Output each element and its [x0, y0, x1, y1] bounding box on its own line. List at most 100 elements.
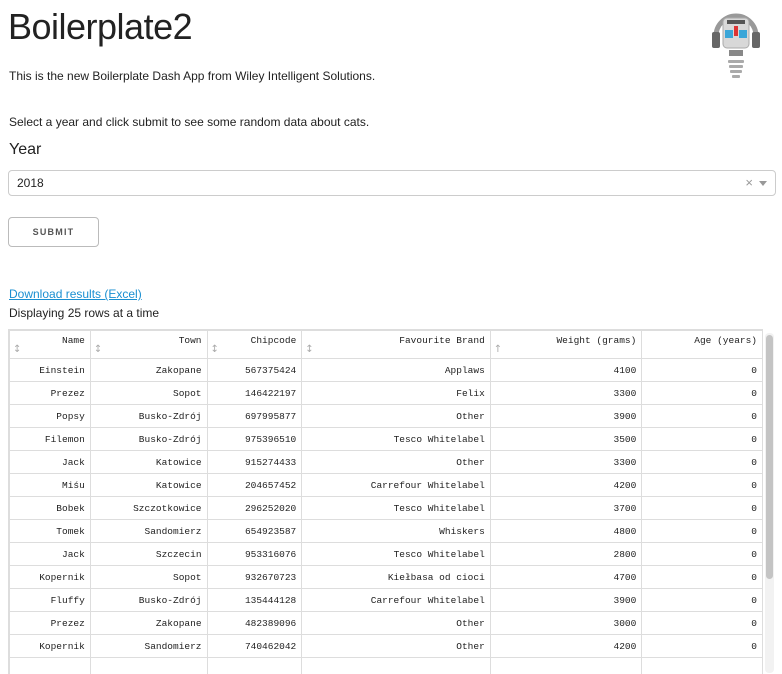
clear-icon[interactable]: × [745, 175, 753, 190]
table-cell[interactable]: 953316076 [207, 543, 302, 566]
table-cell[interactable]: Sopot [90, 382, 207, 405]
table-cell[interactable]: 697995877 [207, 405, 302, 428]
chevron-down-icon[interactable] [759, 181, 767, 186]
table-cell[interactable]: 0 [642, 635, 763, 658]
table-cell[interactable] [90, 658, 207, 674]
table-cell[interactable]: Popsy [10, 405, 91, 428]
table-cell[interactable]: 0 [642, 428, 763, 451]
year-dropdown[interactable]: 2018 × [8, 170, 776, 196]
sort-icon[interactable]: ↕ [305, 344, 313, 355]
table-cell[interactable]: Zakopane [90, 359, 207, 382]
column-header[interactable]: Chipcode↕ [207, 331, 302, 359]
table-cell[interactable]: Whiskers [302, 520, 491, 543]
table-cell[interactable]: Tesco Whitelabel [302, 428, 491, 451]
column-header[interactable]: Name↕ [10, 331, 91, 359]
table-cell[interactable]: Miśu [10, 474, 91, 497]
table-cell[interactable]: 0 [642, 382, 763, 405]
table-cell[interactable]: Tomek [10, 520, 91, 543]
table-cell[interactable] [302, 658, 491, 674]
table-row[interactable]: JackSzczecin953316076Tesco Whitelabel280… [10, 543, 763, 566]
table-scroll-thumb[interactable] [766, 335, 773, 579]
table-cell[interactable]: Szczotkowice [90, 497, 207, 520]
table-cell[interactable]: 146422197 [207, 382, 302, 405]
sort-icon[interactable]: ↕ [13, 344, 21, 355]
table-cell[interactable]: 3700 [490, 497, 642, 520]
table-cell[interactable]: Carrefour Whitelabel [302, 474, 491, 497]
table-cell[interactable]: 482389096 [207, 612, 302, 635]
table-row[interactable]: PrezezZakopane482389096Other30000 [10, 612, 763, 635]
table-cell[interactable]: 654923587 [207, 520, 302, 543]
table-row[interactable]: BobekSzczotkowice296252020Tesco Whitelab… [10, 497, 763, 520]
sort-icon[interactable]: ↕ [94, 344, 102, 355]
table-cell[interactable]: Fluffy [10, 589, 91, 612]
table-cell[interactable]: 296252020 [207, 497, 302, 520]
table-row[interactable]: PrezezSopot146422197Felix33000 [10, 382, 763, 405]
table-row[interactable]: PopsyBusko-Zdrój697995877Other39000 [10, 405, 763, 428]
table-row[interactable]: FilemonBusko-Zdrój975396510Tesco Whitela… [10, 428, 763, 451]
table-cell[interactable]: Busko-Zdrój [90, 405, 207, 428]
table-cell[interactable]: 975396510 [207, 428, 302, 451]
table-cell[interactable]: Tesco Whitelabel [302, 497, 491, 520]
table-cell[interactable]: 204657452 [207, 474, 302, 497]
table-cell[interactable]: Katowice [90, 474, 207, 497]
table-cell[interactable]: 3900 [490, 405, 642, 428]
table-cell[interactable]: Filemon [10, 428, 91, 451]
table-row[interactable] [10, 658, 763, 674]
table-cell[interactable]: Katowice [90, 451, 207, 474]
table-cell[interactable]: 0 [642, 566, 763, 589]
table-cell[interactable]: Prezez [10, 382, 91, 405]
table-cell[interactable]: 0 [642, 520, 763, 543]
table-cell[interactable]: 0 [642, 589, 763, 612]
table-cell[interactable]: Other [302, 451, 491, 474]
table-cell[interactable]: Zakopane [90, 612, 207, 635]
table-cell[interactable]: 3000 [490, 612, 642, 635]
table-cell[interactable] [490, 658, 642, 674]
table-cell[interactable]: Kopernik [10, 566, 91, 589]
table-cell[interactable]: Other [302, 405, 491, 428]
table-cell[interactable]: Carrefour Whitelabel [302, 589, 491, 612]
table-cell[interactable]: 915274433 [207, 451, 302, 474]
table-cell[interactable]: 740462042 [207, 635, 302, 658]
table-cell[interactable]: 0 [642, 612, 763, 635]
table-cell[interactable]: 3900 [490, 589, 642, 612]
table-cell[interactable]: Felix [302, 382, 491, 405]
table-row[interactable]: KopernikSandomierz740462042Other42000 [10, 635, 763, 658]
table-cell[interactable]: 3300 [490, 451, 642, 474]
table-cell[interactable]: 3500 [490, 428, 642, 451]
table-cell[interactable]: 4700 [490, 566, 642, 589]
table-cell[interactable]: 4100 [490, 359, 642, 382]
table-cell[interactable]: Sandomierz [90, 520, 207, 543]
table-cell[interactable]: Bobek [10, 497, 91, 520]
table-cell[interactable]: 3300 [490, 382, 642, 405]
table-row[interactable]: FluffyBusko-Zdrój135444128Carrefour Whit… [10, 589, 763, 612]
download-results-link[interactable]: Download results (Excel) [9, 287, 142, 301]
sort-icon[interactable]: ↕ [211, 344, 219, 355]
table-cell[interactable]: Other [302, 612, 491, 635]
table-cell[interactable]: Jack [10, 543, 91, 566]
table-cell[interactable]: Prezez [10, 612, 91, 635]
column-header[interactable]: Age (years) [642, 331, 763, 359]
table-cell[interactable]: 4800 [490, 520, 642, 543]
submit-button[interactable]: SUBMIT [8, 217, 99, 247]
table-cell[interactable] [642, 658, 763, 674]
table-cell[interactable]: Jack [10, 451, 91, 474]
table-cell[interactable]: Einstein [10, 359, 91, 382]
table-cell[interactable]: Busko-Zdrój [90, 428, 207, 451]
table-cell[interactable]: 0 [642, 497, 763, 520]
table-row[interactable]: EinsteinZakopane567375424Applaws41000 [10, 359, 763, 382]
table-cell[interactable]: Sandomierz [90, 635, 207, 658]
table-cell[interactable]: 4200 [490, 635, 642, 658]
table-row[interactable]: KopernikSopot932670723Kiełbasa od cioci4… [10, 566, 763, 589]
table-cell[interactable]: Other [302, 635, 491, 658]
column-header[interactable]: Town↕ [90, 331, 207, 359]
table-cell[interactable]: Applaws [302, 359, 491, 382]
table-row[interactable]: TomekSandomierz654923587Whiskers48000 [10, 520, 763, 543]
table-cell[interactable]: 932670723 [207, 566, 302, 589]
table-cell[interactable] [207, 658, 302, 674]
table-cell[interactable]: 567375424 [207, 359, 302, 382]
table-cell[interactable]: 0 [642, 451, 763, 474]
table-cell[interactable] [10, 658, 91, 674]
table-cell[interactable]: Szczecin [90, 543, 207, 566]
column-header[interactable]: Weight (grams)↑ [490, 331, 642, 359]
table-cell[interactable]: 0 [642, 359, 763, 382]
